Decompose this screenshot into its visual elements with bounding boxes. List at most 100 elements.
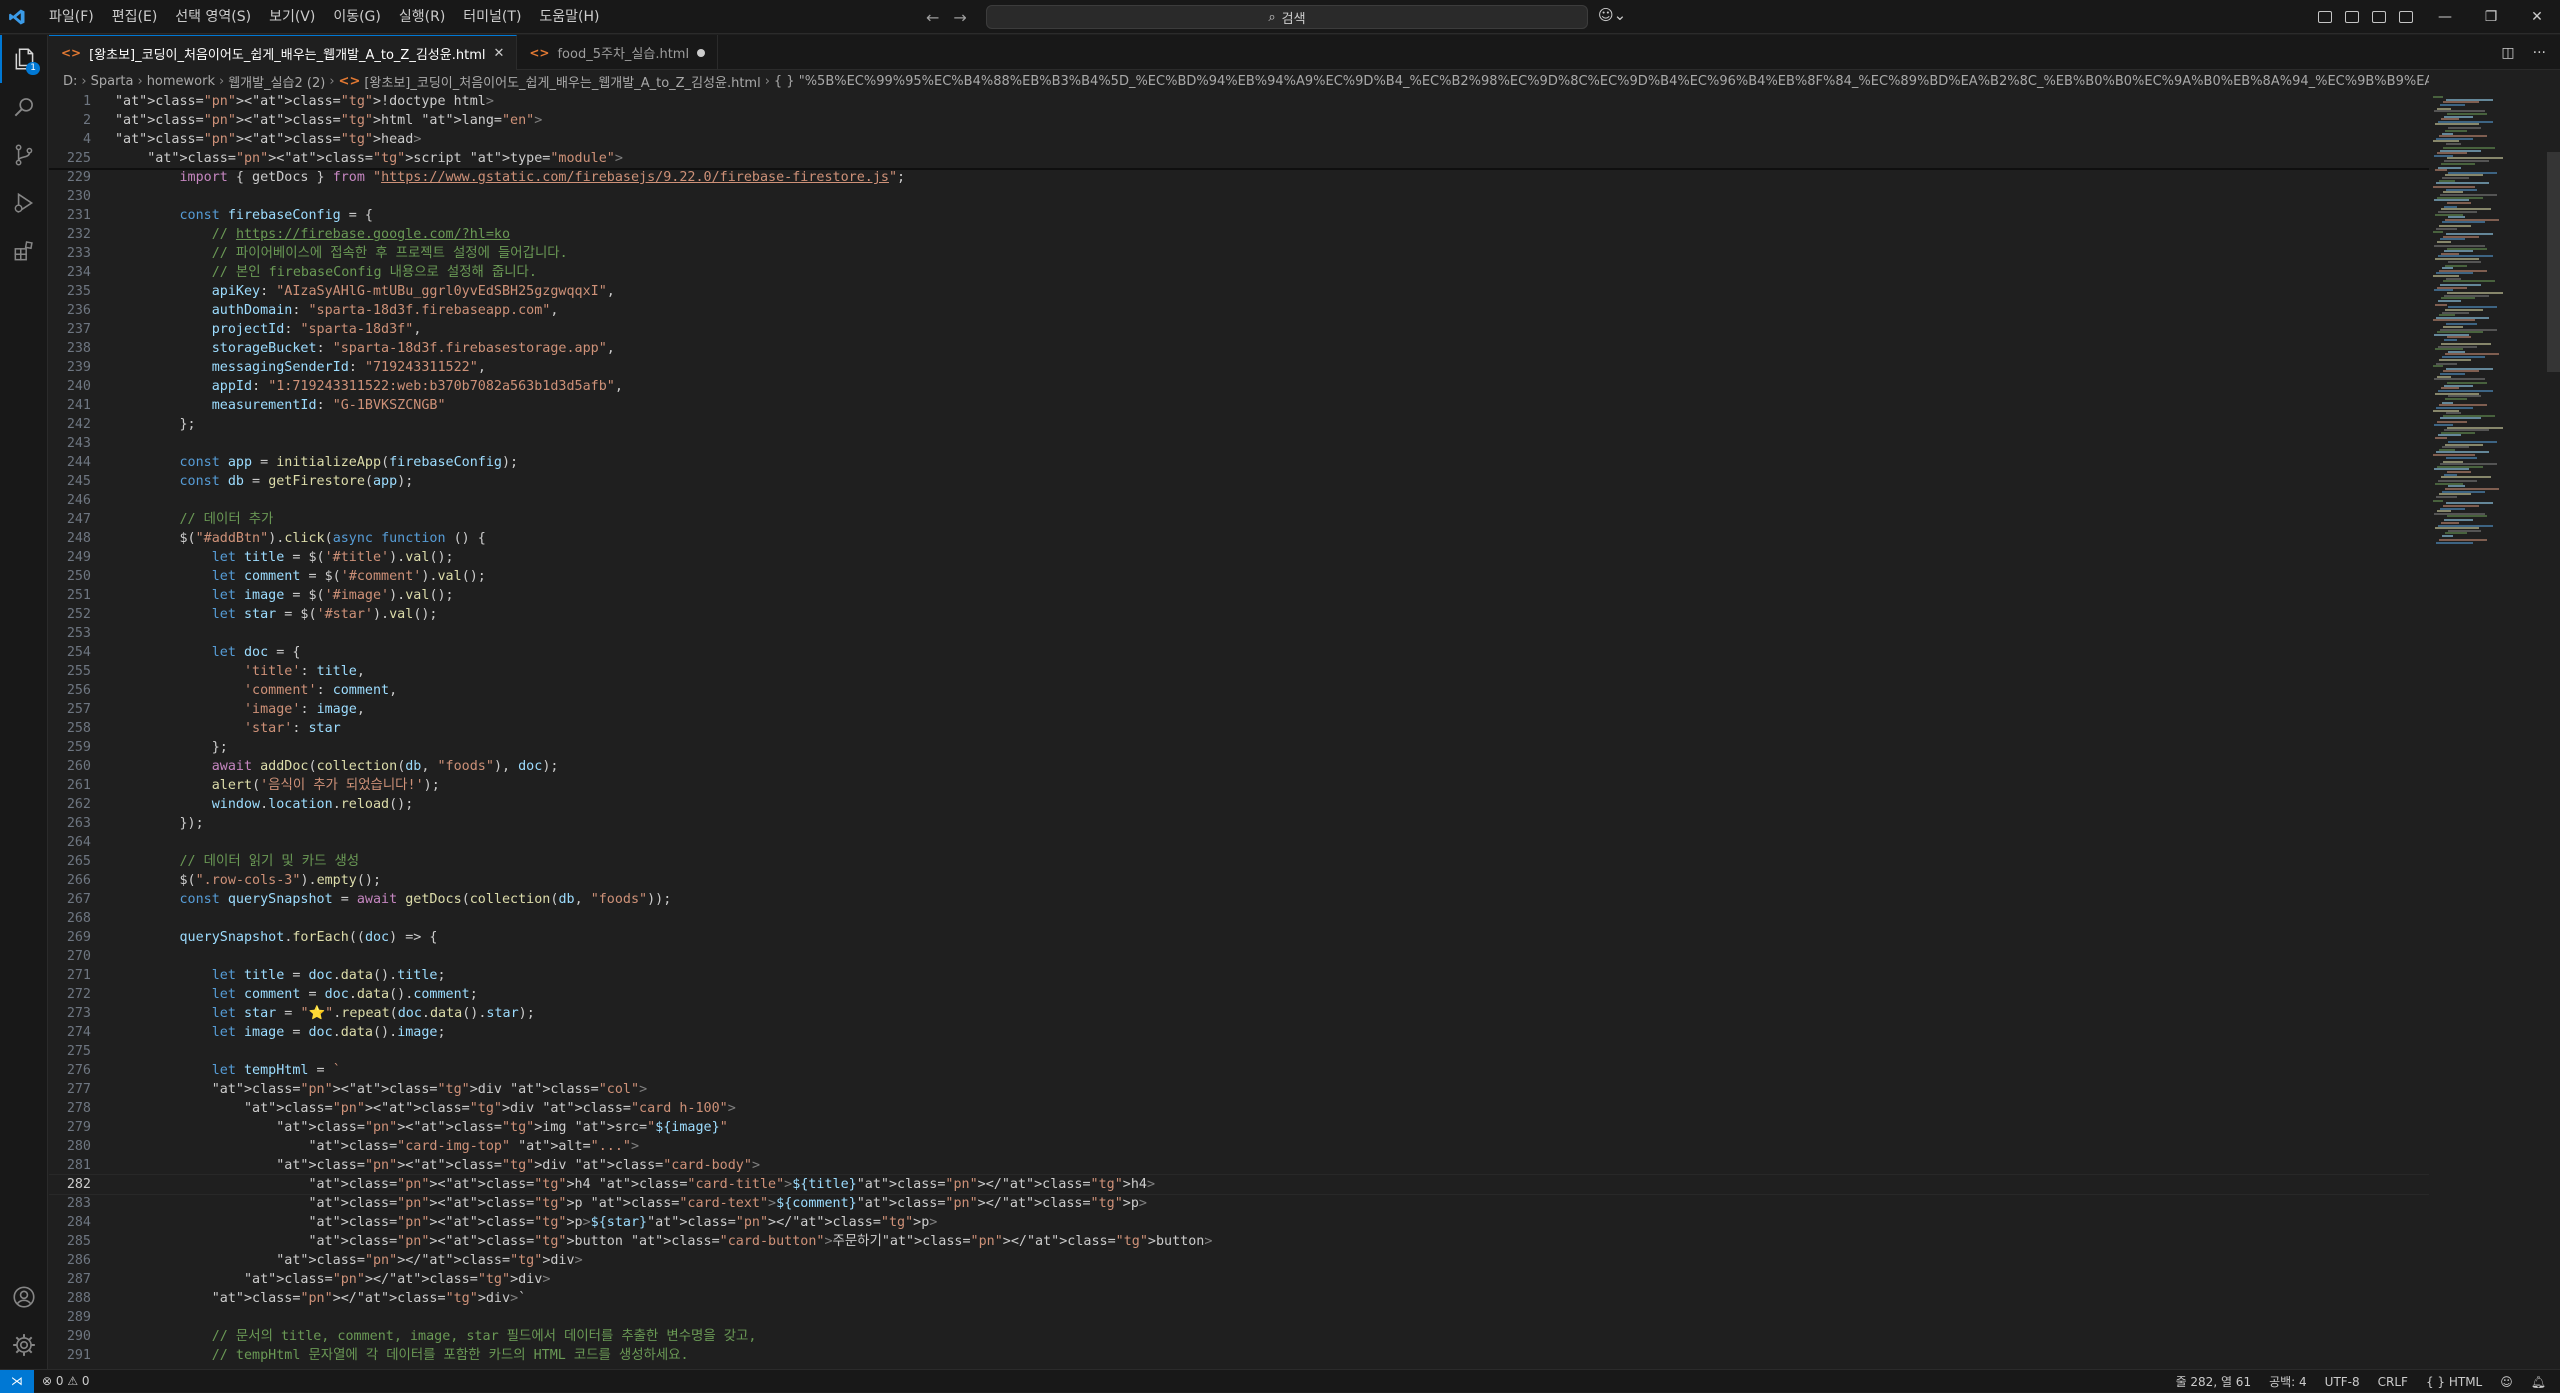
code-line[interactable]: 225 "at">class="pn"><"at">class="tg">scr… <box>49 149 2429 168</box>
code-line[interactable]: 280 "at">class="card-img-top" "at">alt="… <box>49 1137 2429 1156</box>
copilot-icon[interactable]: ☺⌄ <box>1598 6 1626 24</box>
code-line[interactable]: 236 authDomain: "sparta-18d3f.firebaseap… <box>49 301 2429 320</box>
code-line[interactable]: 242 }; <box>49 415 2429 434</box>
code-line[interactable]: 282 "at">class="pn"><"at">class="tg">h4 … <box>49 1174 2429 1195</box>
indentation[interactable]: 공백: 4 <box>2269 1373 2307 1390</box>
menu-selection[interactable]: 선택 영역(S) <box>166 0 260 34</box>
toggle-primary-sidebar-icon[interactable] <box>2345 11 2359 23</box>
code-line[interactable]: 266 $(".row-cols-3").empty(); <box>49 871 2429 890</box>
code-line[interactable]: 265 // 데이터 읽기 및 카드 생성 <box>49 852 2429 871</box>
breadcrumb-homework[interactable]: homework <box>147 74 215 89</box>
back-arrow-icon[interactable]: ← <box>926 8 939 27</box>
code-line[interactable]: 286 "at">class="pn"></"at">class="tg">di… <box>49 1251 2429 1270</box>
code-line[interactable]: 1 "at">class="pn"><"at">class="tg">!docty… <box>49 92 2429 111</box>
code-line[interactable]: 277 "at">class="pn"><"at">class="tg">div… <box>49 1080 2429 1099</box>
code-line[interactable]: 288 "at">class="pn"></"at">class="tg">di… <box>49 1289 2429 1308</box>
code-line[interactable]: 268 <box>49 909 2429 928</box>
forward-arrow-icon[interactable]: → <box>953 8 966 27</box>
explorer-icon[interactable]: 1 <box>0 35 48 83</box>
breadcrumb-symbol[interactable]: { } "%5B%EC%99%95%EC%B4%88%EB%B3%B4%5D_%… <box>774 74 2429 89</box>
code-line[interactable]: 274 let image = doc.data().image; <box>49 1023 2429 1042</box>
code-line[interactable]: 272 let comment = doc.data().comment; <box>49 985 2429 1004</box>
command-center-search[interactable]: ⌕ 검색 <box>986 5 1588 29</box>
problems-count[interactable]: ⊗ 0 ⚠ 0 <box>42 1374 90 1388</box>
code-line[interactable]: 275 <box>49 1042 2429 1061</box>
code-line[interactable]: 252 let star = $('#star').val(); <box>49 605 2429 624</box>
language-mode[interactable]: { } HTML <box>2426 1375 2482 1389</box>
minimize-icon[interactable]: — <box>2422 0 2468 34</box>
code-line[interactable]: 262 window.location.reload(); <box>49 795 2429 814</box>
vertical-scrollbar[interactable] <box>2547 92 2560 1369</box>
code-line[interactable]: 278 "at">class="pn"><"at">class="tg">div… <box>49 1099 2429 1118</box>
close-window-icon[interactable]: ✕ <box>2514 0 2560 34</box>
menu-terminal[interactable]: 터미널(T) <box>454 0 530 34</box>
toggle-panel-icon[interactable] <box>2372 11 2386 23</box>
unsaved-dot-icon[interactable] <box>697 48 706 57</box>
code-line[interactable]: 291 // tempHtml 문자열에 각 데이터를 포함한 카드의 HTML… <box>49 1346 2429 1365</box>
code-line[interactable]: 281 "at">class="pn"><"at">class="tg">div… <box>49 1156 2429 1175</box>
code-line[interactable]: 234 // 본인 firebaseConfig 내용으로 설정해 줍니다. <box>49 263 2429 282</box>
code-line[interactable]: 233 // 파이어베이스에 접속한 후 프로젝트 설정에 들어갑니다. <box>49 244 2429 263</box>
source-control-icon[interactable] <box>0 131 48 179</box>
code-line[interactable]: 248 $("#addBtn").click(async function ()… <box>49 529 2429 548</box>
toggle-secondary-sidebar-icon[interactable] <box>2399 11 2413 23</box>
code-line[interactable]: 264 <box>49 833 2429 852</box>
notifications-bell-icon[interactable]: 🔔︎ <box>2531 1375 2546 1389</box>
menu-file[interactable]: 파일(F) <box>40 0 103 34</box>
code-line[interactable]: 258 'star': star <box>49 719 2429 738</box>
breadcrumb-sparta[interactable]: Sparta <box>91 74 134 89</box>
code-line[interactable]: 240 appId: "1:719243311522:web:b370b7082… <box>49 377 2429 396</box>
code-line[interactable]: 241 measurementId: "G-1BVKSZCNGB" <box>49 396 2429 415</box>
code-line[interactable]: 235 apiKey: "AIzaSyAHlG-mtUBu_ggrl0yvEdS… <box>49 282 2429 301</box>
run-debug-icon[interactable] <box>0 179 48 227</box>
code-line[interactable]: 246 <box>49 491 2429 510</box>
cursor-position[interactable]: 줄 282, 열 61 <box>2176 1373 2252 1390</box>
code-line[interactable]: 276 let tempHtml = ` <box>49 1061 2429 1080</box>
code-line[interactable]: 263 }); <box>49 814 2429 833</box>
scrollbar-thumb[interactable] <box>2547 152 2560 372</box>
code-line[interactable]: 238 storageBucket: "sparta-18d3f.firebas… <box>49 339 2429 358</box>
code-line[interactable]: 249 let title = $('#title').val(); <box>49 548 2429 567</box>
breadcrumb-file[interactable]: [왕초보]_코딩이_처음이어도_쉽게_배우는_웹개발_A_to_Z_김성윤.ht… <box>364 72 760 91</box>
breadcrumb-folder[interactable]: 웹개발_실습2 (2) <box>228 72 325 91</box>
code-line[interactable]: 279 "at">class="pn"><"at">class="tg">img… <box>49 1118 2429 1137</box>
search-view-icon[interactable] <box>0 83 48 131</box>
menu-edit[interactable]: 편집(E) <box>103 0 167 34</box>
code-line[interactable]: 237 projectId: "sparta-18d3f", <box>49 320 2429 339</box>
code-line[interactable]: 283 "at">class="pn"><"at">class="tg">p "… <box>49 1194 2429 1213</box>
tab-active-file[interactable]: <> [왕초보]_코딩이_처음이어도_쉽게_배우는_웹개발_A_to_Z_김성윤… <box>49 35 518 70</box>
breadcrumb-drive[interactable]: D: <box>63 74 77 89</box>
customize-layout-icon[interactable] <box>2318 11 2332 23</box>
code-line[interactable]: 271 let title = doc.data().title; <box>49 966 2429 985</box>
extensions-icon[interactable] <box>0 227 48 275</box>
code-line[interactable]: 290 // 문서의 title, comment, image, star 필… <box>49 1327 2429 1346</box>
code-line[interactable]: 256 'comment': comment, <box>49 681 2429 700</box>
code-line[interactable]: 257 'image': image, <box>49 700 2429 719</box>
menu-go[interactable]: 이동(G) <box>324 0 390 34</box>
code-line[interactable]: 4 "at">class="pn"><"at">class="tg">head> <box>49 130 2429 149</box>
more-actions-icon[interactable]: ··· <box>2533 45 2546 61</box>
code-line[interactable]: 239 messagingSenderId: "719243311522", <box>49 358 2429 377</box>
tab-food-file[interactable]: <> food_5주차_실습.html <box>517 35 719 70</box>
code-line[interactable]: 253 <box>49 624 2429 643</box>
menu-help[interactable]: 도움말(H) <box>530 0 608 34</box>
code-line[interactable]: 259 }; <box>49 738 2429 757</box>
menu-view[interactable]: 보기(V) <box>260 0 324 34</box>
code-line[interactable]: 231 const firebaseConfig = { <box>49 206 2429 225</box>
code-line[interactable]: 229 import { getDocs } from "https://www… <box>49 168 2429 187</box>
code-line[interactable]: 273 let star = "⭐".repeat(doc.data().sta… <box>49 1004 2429 1023</box>
code-line[interactable]: 287 "at">class="pn"></"at">class="tg">di… <box>49 1270 2429 1289</box>
code-line[interactable]: 244 const app = initializeApp(firebaseCo… <box>49 453 2429 472</box>
code-line[interactable]: 260 await addDoc(collection(db, "foods")… <box>49 757 2429 776</box>
code-line[interactable]: 261 alert('음식이 추가 되었습니다!'); <box>49 776 2429 795</box>
code-line[interactable]: 254 let doc = { <box>49 643 2429 662</box>
code-line[interactable]: 289 <box>49 1308 2429 1327</box>
remote-indicator-icon[interactable]: ⋊ <box>0 1369 34 1393</box>
code-line[interactable]: 267 const querySnapshot = await getDocs(… <box>49 890 2429 909</box>
code-line[interactable]: 232 // https://firebase.google.com/?hl=k… <box>49 225 2429 244</box>
settings-gear-icon[interactable] <box>0 1321 48 1369</box>
encoding[interactable]: UTF-8 <box>2325 1375 2360 1389</box>
accounts-icon[interactable] <box>0 1273 48 1321</box>
code-line[interactable]: 245 const db = getFirestore(app); <box>49 472 2429 491</box>
code-line[interactable]: 243 <box>49 434 2429 453</box>
